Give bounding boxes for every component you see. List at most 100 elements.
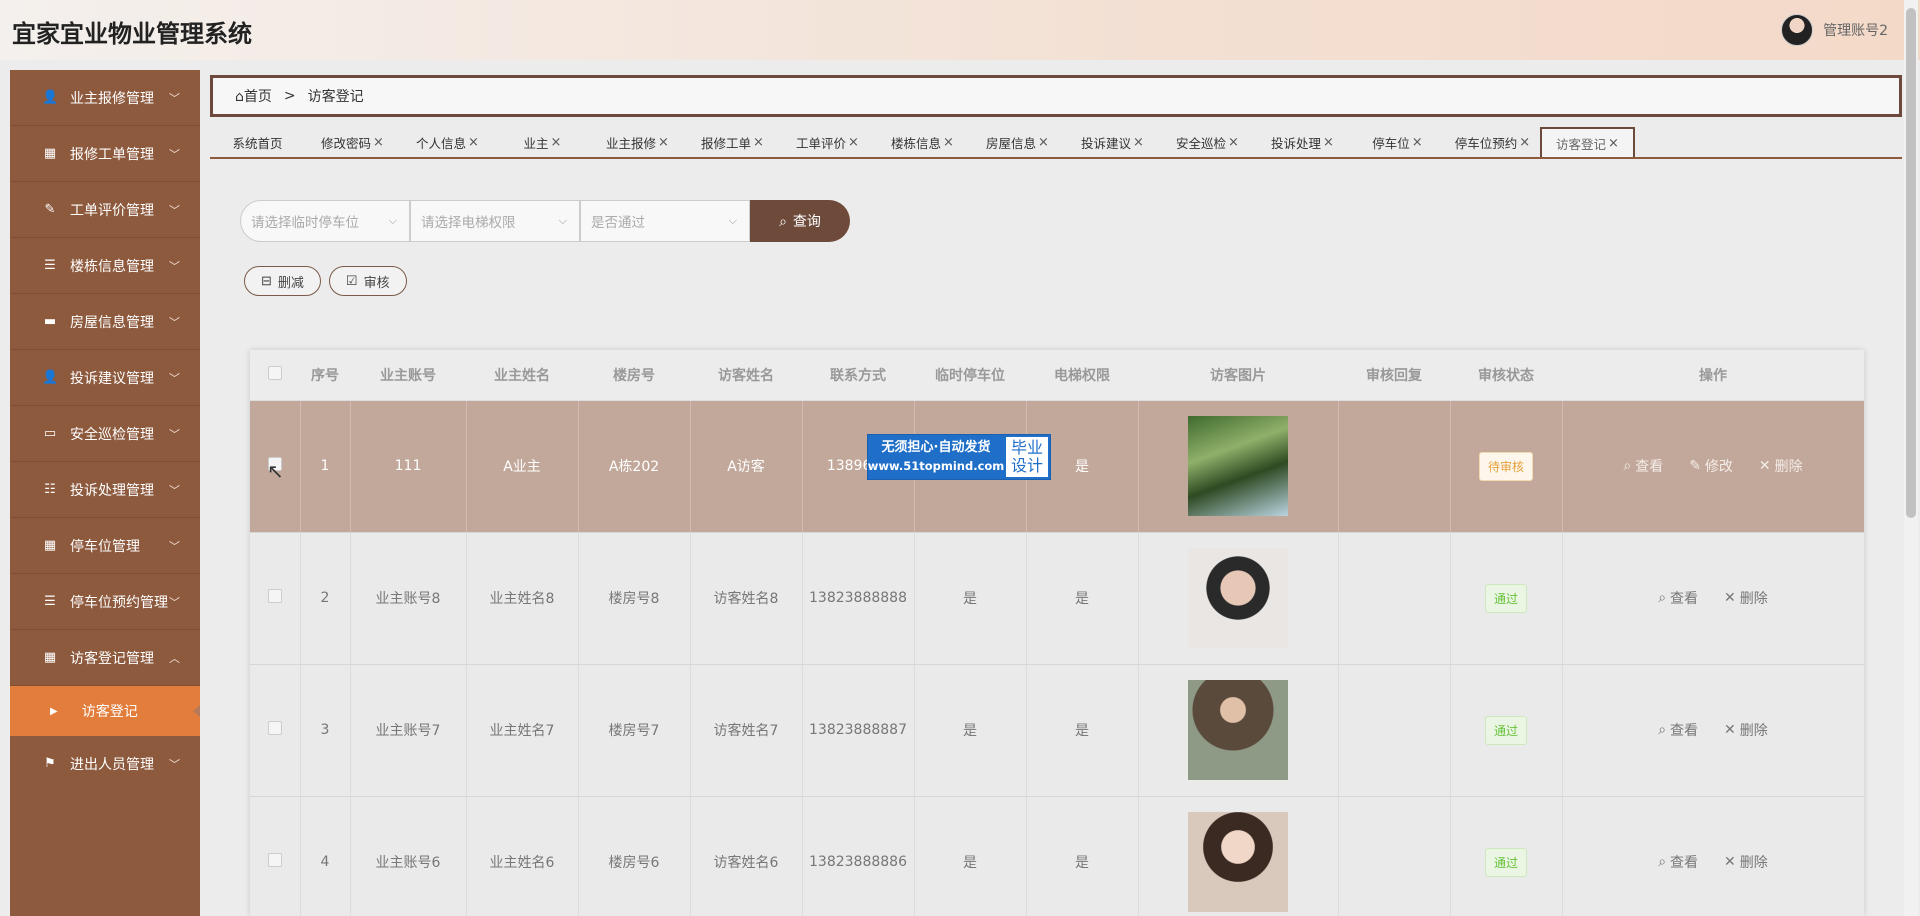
sidebar-item-4[interactable]: ▬ 房屋信息管理 ﹀ bbox=[10, 294, 200, 350]
tab-7[interactable]: 楼栋信息 × bbox=[875, 127, 970, 157]
delete-button[interactable]: ✕ 删除 bbox=[1759, 456, 1803, 476]
sidebar-item-2[interactable]: ✎ 工单评价管理 ﹀ bbox=[10, 182, 200, 238]
sidebar-subitem-active[interactable]: ▶ 访客登记 bbox=[10, 686, 200, 736]
tab-5[interactable]: 报修工单 × bbox=[685, 127, 780, 157]
sidebar-item-3[interactable]: ☰ 楼栋信息管理 ﹀ bbox=[10, 238, 200, 294]
tab-12[interactable]: 停车位 × bbox=[1350, 127, 1445, 157]
cell-photo bbox=[1138, 664, 1339, 797]
select-all-cell bbox=[250, 350, 300, 401]
tab-9[interactable]: 投诉建议 × bbox=[1065, 127, 1160, 157]
sidebar-item-label: 投诉处理管理 bbox=[70, 482, 154, 499]
close-icon[interactable]: × bbox=[1038, 135, 1049, 150]
chevron-down-icon: ﹀ bbox=[169, 539, 180, 553]
cell-elevator: 是 bbox=[1026, 796, 1139, 916]
tab-14[interactable]: 访客登记 × bbox=[1540, 127, 1635, 157]
tab-11[interactable]: 投诉处理 × bbox=[1255, 127, 1350, 157]
view-button[interactable]: ⌕ 查看 bbox=[1623, 456, 1663, 476]
row-checkbox[interactable] bbox=[267, 853, 282, 867]
close-icon[interactable]: × bbox=[658, 135, 669, 150]
row-select-cell bbox=[250, 796, 301, 916]
sidebar-item-10[interactable]: ▦ 访客登记管理 ︿ bbox=[10, 630, 200, 686]
sidebar-item-entry-exit[interactable]: ⚑ 进出人员管理 ﹀ bbox=[10, 736, 200, 792]
sidebar-item-0[interactable]: 👤 业主报修管理 ﹀ bbox=[10, 70, 200, 126]
breadcrumb: ⌂首页 > 访客登记 bbox=[210, 75, 1902, 117]
close-icon[interactable]: × bbox=[551, 135, 562, 150]
delete-selected-button[interactable]: ⊟ 删减 bbox=[244, 266, 321, 296]
elevator-select[interactable]: 请选择电梯权限 ⌵ bbox=[410, 200, 580, 242]
tab-8[interactable]: 房屋信息 × bbox=[970, 127, 1065, 157]
caret-right-icon: ▶ bbox=[50, 705, 58, 717]
tab-1[interactable]: 修改密码 × bbox=[305, 127, 400, 157]
cell-status: 待审核 bbox=[1450, 400, 1563, 533]
list-icon: ☰ bbox=[44, 257, 56, 273]
chevron-down-icon: ﹀ bbox=[169, 371, 180, 385]
sidebar-item-5[interactable]: 👤 投诉建议管理 ﹀ bbox=[10, 350, 200, 406]
view-button[interactable]: ⌕ 查看 bbox=[1658, 852, 1698, 872]
view-button[interactable]: ⌕ 查看 bbox=[1658, 720, 1698, 740]
column-header: 访客图片 bbox=[1138, 350, 1338, 401]
visitor-photo[interactable] bbox=[1188, 416, 1288, 516]
sidebar-item-6[interactable]: ▭ 安全巡检管理 ﹀ bbox=[10, 406, 200, 462]
row-checkbox[interactable] bbox=[267, 721, 282, 735]
user-icon: 👤 bbox=[42, 369, 59, 385]
sidebar-item-7[interactable]: ☷ 投诉处理管理 ﹀ bbox=[10, 462, 200, 518]
visitor-photo[interactable] bbox=[1188, 812, 1288, 912]
close-icon[interactable]: × bbox=[1412, 135, 1423, 150]
sidebar-item-8[interactable]: ▦ 停车位管理 ﹀ bbox=[10, 518, 200, 574]
approved-select[interactable]: 是否通过 ⌵ bbox=[580, 200, 750, 242]
page-scrollbar[interactable] bbox=[1904, 0, 1918, 916]
close-icon[interactable]: × bbox=[1228, 135, 1239, 150]
tab-0[interactable]: 系统首页 bbox=[210, 127, 305, 157]
row-checkbox[interactable] bbox=[267, 589, 282, 603]
username[interactable]: 管理账号2 bbox=[1823, 20, 1888, 40]
close-icon[interactable]: × bbox=[1608, 136, 1619, 151]
close-icon[interactable]: × bbox=[373, 135, 384, 150]
user-menu[interactable]: 管理账号2 bbox=[1781, 14, 1888, 46]
close-icon[interactable]: × bbox=[848, 135, 859, 150]
sidebar: 👤 业主报修管理 ﹀ ▦ 报修工单管理 ﹀ ✎ 工单评价管理 ﹀ ☰ 楼栋信息管理 ﹀ ▬ 房屋信息管理 ﹀… bbox=[10, 70, 200, 916]
cell-room: A栋202 bbox=[578, 400, 691, 533]
avatar[interactable] bbox=[1781, 14, 1814, 46]
close-icon[interactable]: × bbox=[468, 135, 479, 150]
table-row[interactable]: 2 业主账号8 业主姓名8 楼房号8 访客姓名8 13823888888 是是通过 ⌕ 查看 ✕ 删… bbox=[250, 532, 1864, 665]
close-icon[interactable]: × bbox=[1323, 135, 1334, 150]
pencil-icon: ✎ bbox=[1689, 458, 1701, 474]
sidebar-item-1[interactable]: ▦ 报修工单管理 ﹀ bbox=[10, 126, 200, 182]
breadcrumb-current: 访客登记 bbox=[307, 89, 364, 105]
visitor-photo[interactable] bbox=[1188, 680, 1288, 780]
close-icon[interactable]: × bbox=[943, 135, 954, 150]
close-icon[interactable]: × bbox=[1133, 135, 1144, 150]
tab-2[interactable]: 个人信息 × bbox=[400, 127, 495, 157]
breadcrumb-home[interactable]: ⌂首页 bbox=[235, 86, 272, 106]
cell-account: 111 bbox=[350, 400, 467, 533]
view-button[interactable]: ⌕ 查看 bbox=[1658, 588, 1698, 608]
delete-button[interactable]: ✕ 删除 bbox=[1724, 720, 1768, 740]
tab-10[interactable]: 安全巡检 × bbox=[1160, 127, 1255, 157]
tab-4[interactable]: 业主报修 × bbox=[590, 127, 685, 157]
close-icon[interactable]: × bbox=[753, 135, 764, 150]
parking-select[interactable]: 请选择临时停车位 ⌵ bbox=[240, 200, 410, 242]
cell-status: 通过 bbox=[1450, 664, 1563, 797]
tab-6[interactable]: 工单评价 × bbox=[780, 127, 875, 157]
delete-button[interactable]: ✕ 删除 bbox=[1724, 852, 1768, 872]
cell-account: 业主账号7 bbox=[350, 664, 467, 797]
cell-no: 4 bbox=[300, 796, 351, 916]
active-indicator bbox=[193, 705, 200, 717]
edit-button[interactable]: ✎ 修改 bbox=[1689, 456, 1733, 476]
visitor-photo[interactable] bbox=[1188, 548, 1288, 648]
column-header: 序号 bbox=[300, 350, 350, 401]
scrollbar-thumb[interactable] bbox=[1906, 8, 1916, 518]
close-icon[interactable]: × bbox=[1519, 135, 1530, 150]
table-row[interactable]: 3 业主账号7 业主姓名7 楼房号7 访客姓名7 13823888887 是是通过 ⌕ 查看 ✕ 删… bbox=[250, 664, 1864, 797]
query-button[interactable]: ⌕ 查询 bbox=[750, 200, 850, 242]
tab-3[interactable]: 业主 × bbox=[495, 127, 590, 157]
tab-13[interactable]: 停车位预约 × bbox=[1445, 127, 1540, 157]
review-button[interactable]: ☑ 审核 bbox=[328, 266, 407, 296]
delete-button[interactable]: ✕ 删除 bbox=[1724, 588, 1768, 608]
table-row[interactable]: 4 业主账号6 业主姓名6 楼房号6 访客姓名6 13823888886 是是通过 ⌕ 查看 ✕ 删… bbox=[250, 796, 1864, 916]
parking-select-placeholder: 请选择临时停车位 bbox=[251, 215, 359, 231]
sidebar-item-9[interactable]: ☰ 停车位预约管理 ﹀ bbox=[10, 574, 200, 630]
table-row[interactable]: 1 111 A业主 A栋202 A访客 1389696 是待审核 ⌕ 查看 ✎ 修改 ✕ 删除 bbox=[250, 400, 1864, 533]
select-all-checkbox[interactable] bbox=[268, 365, 282, 380]
cell-visitor: 访客姓名8 bbox=[690, 532, 803, 665]
